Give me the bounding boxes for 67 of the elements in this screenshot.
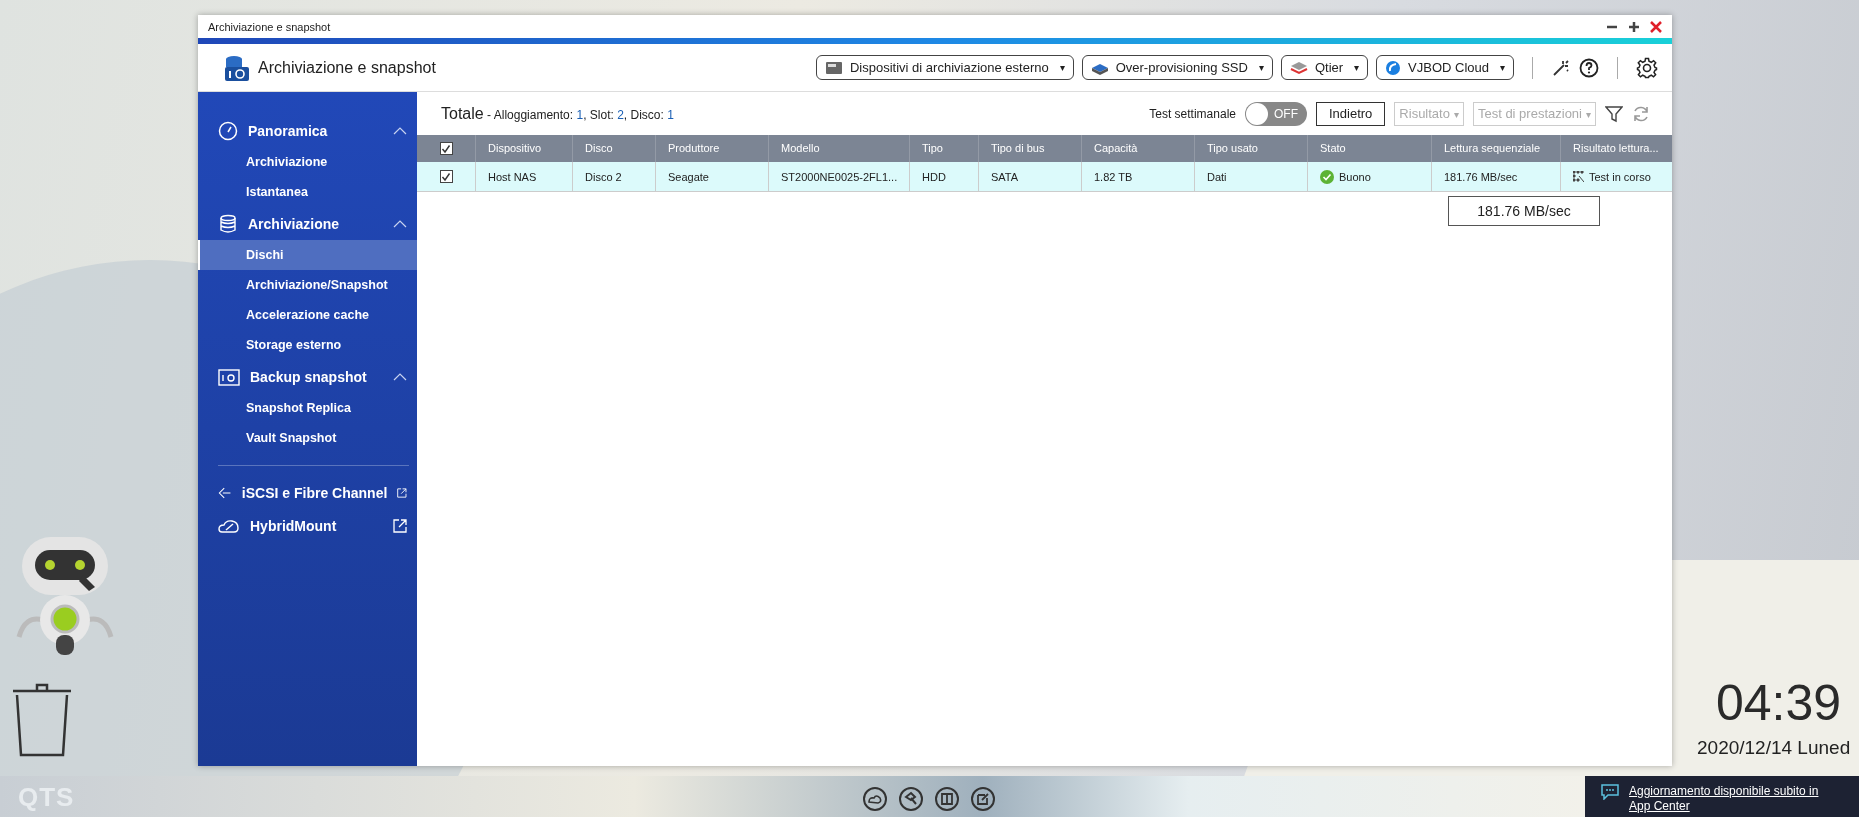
- dropdown-button[interactable]: Dispositivi di archiviazione esterno ▾: [816, 55, 1074, 80]
- sidebar-group[interactable]: Archiviazione: [198, 207, 417, 240]
- maximize-icon[interactable]: [1628, 20, 1640, 33]
- filter-icon[interactable]: [1605, 104, 1623, 123]
- disk-summary: Totale - Alloggiamento: 1, Slot: 2, Disco: 1: [441, 104, 675, 123]
- dropdown-button[interactable]: VJBOD Cloud ▾: [1376, 55, 1514, 80]
- sidebar-item[interactable]: Istantanea: [198, 177, 417, 207]
- dropdown-button[interactable]: Qtier ▾: [1280, 55, 1369, 80]
- tooltip: 181.76 MB/sec: [1448, 196, 1600, 226]
- trash-icon[interactable]: [11, 682, 73, 758]
- table-cell: ST2000NE0025-2FL1...: [781, 170, 898, 183]
- sidebar-group[interactable]: Backup snapshot: [198, 360, 417, 393]
- hard-drive-icon: [825, 60, 843, 75]
- table-cell: Buono: [1339, 170, 1371, 183]
- sidebar-link[interactable]: HybridMount: [198, 509, 417, 542]
- checkbox[interactable]: [439, 142, 453, 155]
- sidebar-item[interactable]: Snapshot Replica: [198, 393, 417, 423]
- chevron-up-icon[interactable]: [393, 372, 407, 381]
- table-cell: Disco 2: [585, 170, 622, 183]
- sidebar-group[interactable]: Panoramica: [198, 114, 417, 147]
- settings-icon[interactable]: [1636, 56, 1658, 79]
- sidebar-item[interactable]: Accelerazione cache: [198, 300, 417, 330]
- magic-wand-icon[interactable]: [1551, 57, 1571, 78]
- help-icon[interactable]: [1579, 57, 1599, 78]
- sidebar-item[interactable]: Archiviazione/Snapshot: [198, 270, 417, 300]
- grid-progress-icon: [1573, 171, 1584, 182]
- chevron-up-icon[interactable]: [393, 126, 407, 135]
- table-cell: SATA: [991, 170, 1019, 183]
- close-icon[interactable]: [1650, 20, 1662, 33]
- sidebar-link[interactable]: iSCSI e Fibre Channel: [198, 476, 417, 509]
- update-link[interactable]: Aggiornamento disponibile subito in App Center: [1629, 784, 1829, 814]
- sidebar-item[interactable]: Dischi: [198, 240, 417, 270]
- cloud-swirl-icon: [1385, 59, 1402, 76]
- chevron-up-icon[interactable]: [393, 219, 407, 228]
- clock-time: 04:39: [1716, 674, 1842, 732]
- table-cell: Dati: [1207, 170, 1227, 183]
- note-icon[interactable]: [970, 786, 996, 812]
- storage-app-icon: [224, 53, 250, 82]
- table-row[interactable]: Host NAS Disco 2 Seagate ST2000NE0025-2FL1... HDD SATA 1.82 TB Dati Buono 181.76 MB/sec Test in corso: [417, 162, 1672, 192]
- table-cell: Test in corso: [1589, 170, 1651, 183]
- gauge-icon: [218, 120, 238, 141]
- book-icon[interactable]: [934, 786, 960, 812]
- chat-bubble-icon: [1601, 784, 1619, 800]
- hammer-icon[interactable]: [898, 786, 924, 812]
- external-link-icon[interactable]: [397, 485, 407, 500]
- table-cell: HDD: [922, 170, 946, 183]
- cloud-icon[interactable]: [862, 786, 888, 812]
- table-cell: Host NAS: [488, 170, 537, 183]
- refresh-icon[interactable]: [1632, 104, 1650, 123]
- clock-date: 2020/12/14 Luned: [1697, 737, 1851, 759]
- sidebar-item[interactable]: Vault Snapshot: [198, 423, 417, 453]
- sidebar-item[interactable]: Archiviazione: [198, 147, 417, 177]
- app-title: Archiviazione e snapshot: [258, 58, 436, 77]
- database-icon: [218, 213, 238, 234]
- layers-icon: [1289, 60, 1308, 75]
- back-button[interactable]: Indietro: [1316, 101, 1386, 126]
- table-cell: 1.82 TB: [1094, 170, 1133, 183]
- dropdown-button[interactable]: Over-provisioning SSD ▾: [1081, 55, 1273, 80]
- checkbox[interactable]: [439, 170, 453, 183]
- table-cell: 181.76 MB/sec: [1444, 170, 1518, 183]
- external-link-icon[interactable]: [393, 518, 407, 533]
- weekly-test-label: Test settimanale: [1149, 106, 1236, 121]
- window-title: Archiviazione e snapshot: [208, 20, 331, 33]
- toggle-switch[interactable]: OFF: [1245, 101, 1307, 126]
- sidebar-item[interactable]: Storage esterno: [198, 330, 417, 360]
- camera-icon: [218, 367, 240, 386]
- table-cell: Seagate: [668, 170, 709, 183]
